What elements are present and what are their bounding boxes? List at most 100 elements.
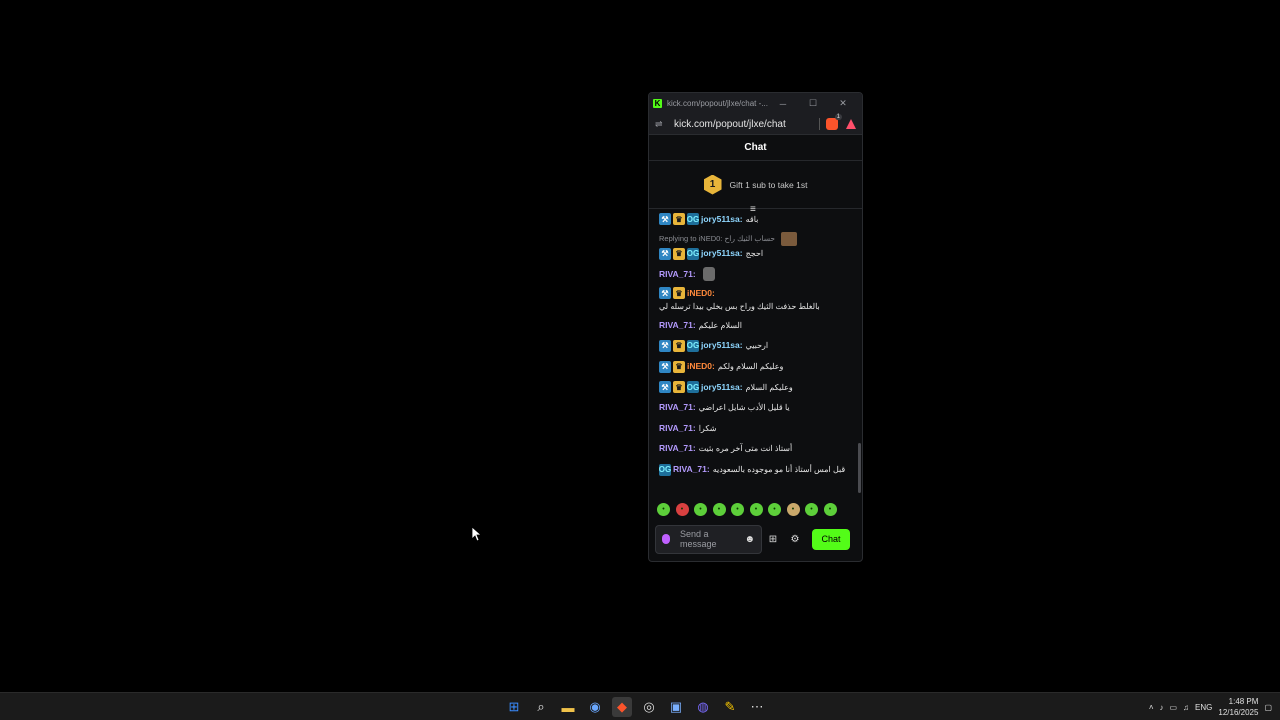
brave-rewards-icon[interactable] xyxy=(846,119,856,129)
chat-header: Chat xyxy=(649,135,862,161)
brave-browser-icon[interactable]: ◆ xyxy=(612,697,632,717)
discord-icon[interactable]: ◍ xyxy=(693,697,713,717)
chat-input-row: Send a message ☻ ⊞ ⚙ Chat xyxy=(655,524,858,554)
chat-scrollbar[interactable] xyxy=(858,443,861,493)
file-explorer-icon[interactable]: ▬ xyxy=(558,697,578,717)
moderator-badge-icon: ⚒ xyxy=(659,360,671,373)
microphone-icon[interactable]: ♪ xyxy=(1159,703,1163,712)
emote-icon[interactable]: • xyxy=(731,503,744,516)
steam-icon[interactable]: ◉ xyxy=(585,697,605,717)
reply-text: Replying to iNED0: حساب الثيك راح xyxy=(659,234,776,244)
chat-message[interactable]: RIVA_71: يا قليل الأدب شايل اعراضي xyxy=(659,400,852,416)
username[interactable]: jory511sa: xyxy=(701,339,743,352)
message-text: ارحبيي xyxy=(745,341,769,351)
emote-icon[interactable]: • xyxy=(675,503,689,516)
network-icon[interactable]: ▭ xyxy=(1169,703,1177,712)
volume-icon[interactable]: ♫ xyxy=(1183,703,1189,712)
chat-message[interactable]: RIVA_71: xyxy=(659,266,852,282)
chat-message[interactable]: ⚒ ♛ OG jory511sa: احجج xyxy=(659,246,852,262)
app-icon[interactable]: ✎ xyxy=(720,697,740,717)
message-text: شكرا xyxy=(698,423,717,433)
moderator-badge-icon: ⚒ xyxy=(659,381,671,394)
vip-crown-icon: ♛ xyxy=(673,287,685,300)
chat-message[interactable]: ⚒ ♛ iNED0: بالغلط حذفت الثيك وراح بس بخلي ب… xyxy=(659,287,852,313)
emote-icon[interactable]: • xyxy=(694,503,707,516)
emote-icon[interactable]: • xyxy=(749,503,763,516)
chevron-up-icon[interactable]: ˄ xyxy=(1149,703,1154,712)
chat-send-button[interactable]: Chat xyxy=(812,528,850,550)
chat-message-input[interactable]: Send a message ☻ xyxy=(655,524,762,554)
chat-message[interactable]: ⚒ ♛ OG jory511sa: وعليكم السلام xyxy=(659,379,852,395)
gear-icon[interactable]: ⚙ xyxy=(784,534,806,545)
message-text: السلام عليكم xyxy=(698,320,743,330)
username[interactable]: RIVA_71: xyxy=(659,319,696,332)
username[interactable]: RIVA_71: xyxy=(659,422,696,435)
emote-icon[interactable]: • xyxy=(805,503,818,516)
emote-icon[interactable]: • xyxy=(823,503,837,516)
url-text[interactable]: kick.com/popout/jlxe/chat xyxy=(674,119,819,130)
username[interactable]: jory511sa: xyxy=(701,247,743,260)
windows-start-icon[interactable]: ⊞ xyxy=(504,697,524,717)
username[interactable]: RIVA_71: xyxy=(659,401,696,414)
divider xyxy=(819,118,820,130)
close-icon[interactable]: ✕ xyxy=(828,98,858,109)
chat-message[interactable]: ⚒ ♛ iNED0: وعليكم السلام ولكم xyxy=(659,359,852,375)
site-settings-icon[interactable]: ⇌ xyxy=(655,119,665,130)
vip-crown-icon: ♛ xyxy=(673,339,685,352)
gift-leaderboard[interactable]: 1 Gift 1 sub to take 1st xyxy=(649,161,862,209)
search-icon[interactable]: ⌕ xyxy=(531,697,551,717)
chat-message[interactable]: OG RIVA_71: قبل امس أستاذ أنا مو موجوده با… xyxy=(659,462,852,478)
vip-crown-icon: ♛ xyxy=(673,247,685,260)
message-text: احجج xyxy=(745,249,764,259)
message-text: يا قليل الأدب شايل اعراضي xyxy=(698,403,790,413)
obs-icon[interactable]: ◎ xyxy=(639,697,659,717)
emote-icon[interactable]: • xyxy=(786,503,800,516)
minimize-icon[interactable]: ─ xyxy=(768,99,798,109)
username[interactable]: RIVA_71: xyxy=(659,442,696,455)
chat-message[interactable]: RIVA_71: أستاذ انت متى آخر مره بثيت xyxy=(659,441,852,457)
emoji-icon[interactable]: ☻ xyxy=(744,534,755,545)
gift-icon[interactable]: ⊞ xyxy=(762,534,784,545)
app-icon[interactable]: ▣ xyxy=(666,697,686,717)
chat-message[interactable]: ⚒ ♛ OG jory511sa: ارحبيي xyxy=(659,338,852,354)
desktop: K kick.com/popout/jlxe/chat -... ─ ☐ ✕ ⇌… xyxy=(0,0,1280,692)
language-indicator[interactable]: ENG xyxy=(1195,703,1212,712)
window-title: kick.com/popout/jlxe/chat -... xyxy=(667,99,768,108)
reply-indicator[interactable]: Replying to iNED0: حساب الثيك راح xyxy=(659,231,852,246)
chat-message[interactable]: RIVA_71: السلام عليكم xyxy=(659,317,852,333)
moderator-badge-icon: ⚒ xyxy=(659,247,671,260)
browser-popout-window: K kick.com/popout/jlxe/chat -... ─ ☐ ✕ ⇌… xyxy=(648,92,863,562)
username[interactable]: jory511sa: xyxy=(701,213,743,226)
username[interactable]: jory511sa: xyxy=(701,381,743,394)
taskbar: ⊞ ⌕ ▬ ◉ ◆ ◎ ▣ ◍ ✎ ⋯ ˄ ♪ ▭ ♫ ENG 1:48 PM … xyxy=(0,692,1280,720)
chat-message[interactable]: ⚒ ♛ OG jory511sa: باقه xyxy=(659,211,852,227)
maximize-icon[interactable]: ☐ xyxy=(798,98,828,109)
emote-icon[interactable]: • xyxy=(712,503,726,516)
clock[interactable]: 1:48 PM 12/16/2025 xyxy=(1218,696,1258,718)
moderator-badge-icon: ⚒ xyxy=(659,339,671,352)
username[interactable]: RIVA_71: xyxy=(659,268,696,281)
app-icon[interactable]: ⋯ xyxy=(747,697,767,717)
chat-message[interactable]: RIVA_71: شكرا xyxy=(659,420,852,436)
username[interactable]: RIVA_71: xyxy=(673,463,710,476)
emote-icon[interactable]: • xyxy=(768,503,781,516)
og-badge-icon: OG xyxy=(686,247,700,260)
gift-text: Gift 1 sub to take 1st xyxy=(729,179,808,190)
address-bar[interactable]: ⇌ kick.com/popout/jlxe/chat xyxy=(649,114,862,135)
moderator-badge-icon: ⚒ xyxy=(659,287,671,300)
titlebar: K kick.com/popout/jlxe/chat -... ─ ☐ ✕ xyxy=(649,93,862,114)
kick-favicon-icon: K xyxy=(653,99,662,108)
taskbar-apps: ⊞ ⌕ ▬ ◉ ◆ ◎ ▣ ◍ ✎ ⋯ xyxy=(504,697,767,717)
message-text: وعليكم السلام ولكم xyxy=(717,362,784,372)
username[interactable]: iNED0: xyxy=(687,287,715,300)
system-tray: ˄ ♪ ▭ ♫ ENG 1:48 PM 12/16/2025 ▢ xyxy=(1149,695,1272,719)
username[interactable]: iNED0: xyxy=(687,360,715,373)
vip-crown-icon: ♛ xyxy=(673,381,685,394)
emote-icon[interactable]: • xyxy=(657,503,670,516)
rank-badge-icon: 1 xyxy=(703,174,722,195)
microphone-icon[interactable] xyxy=(662,534,670,544)
notification-icon[interactable]: ▢ xyxy=(1264,703,1272,712)
og-badge-icon: OG xyxy=(686,381,700,394)
vip-crown-icon: ♛ xyxy=(673,360,685,373)
brave-shields-icon[interactable] xyxy=(826,114,842,130)
